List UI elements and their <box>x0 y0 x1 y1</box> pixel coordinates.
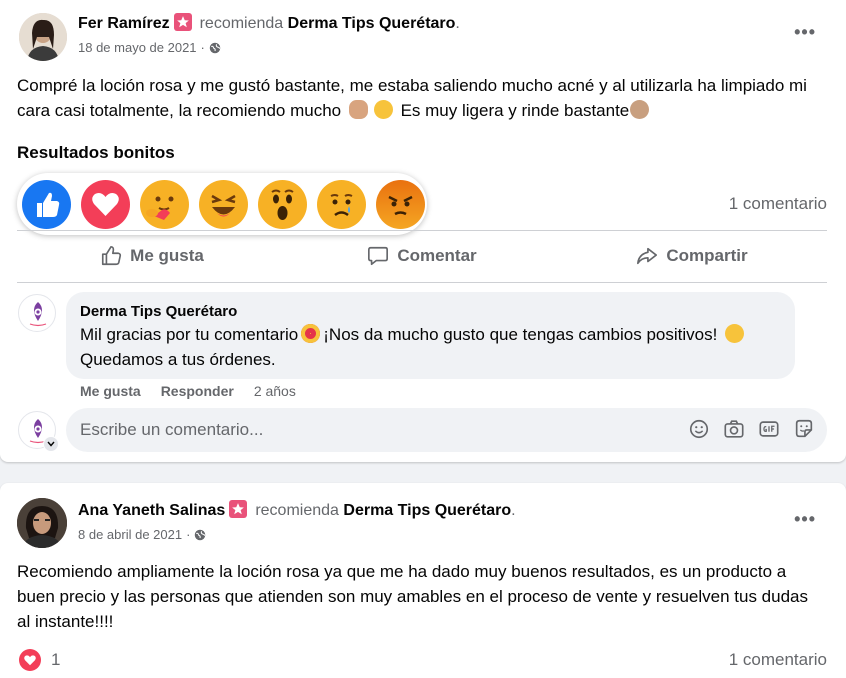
like-reaction-icon[interactable] <box>22 179 71 229</box>
reply-text-part1: Mil gracias por tu comentario <box>80 325 299 344</box>
heart-eyes-emoji-icon <box>301 324 321 343</box>
period: . <box>455 15 460 32</box>
comment-button[interactable]: Comentar <box>287 236 557 276</box>
camera-icon[interactable] <box>723 418 745 440</box>
sad-reaction-icon[interactable] <box>317 179 366 229</box>
author-name[interactable]: Fer Ramírez <box>78 15 170 32</box>
period: . <box>511 502 516 519</box>
comment-count-link[interactable]: 1 comentario <box>729 650 827 670</box>
reaction-count: 1 <box>51 650 61 669</box>
reply-time[interactable]: 2 años <box>254 383 296 399</box>
like-button[interactable]: Me gusta <box>17 236 287 276</box>
speech-bubble-icon <box>368 246 389 266</box>
smiling-face-emoji-icon <box>373 100 393 119</box>
divider <box>17 282 827 283</box>
reply-meta: Me gusta Responder 2 años <box>80 383 296 399</box>
reply-text: Mil gracias por tu comentario ¡Nos da muc… <box>80 322 781 372</box>
recommends-text: recomienda <box>199 15 284 32</box>
profile-switch-chevron-icon[interactable] <box>43 436 59 452</box>
post-card-2: Ana Yaneth Salinas recomienda Derma Tips … <box>0 483 846 678</box>
reply-like-link[interactable]: Me gusta <box>80 383 141 399</box>
divider <box>17 230 827 231</box>
post-actions: Me gusta Comentar Compartir <box>17 236 827 276</box>
see-no-evil-monkey-emoji-icon <box>630 100 650 119</box>
share-arrow-icon <box>637 247 658 265</box>
smiling-face-emoji-icon <box>725 324 745 343</box>
post-text: Recomiendo ampliamente la loción rosa ya… <box>17 562 808 631</box>
person-photo-icon <box>17 498 67 548</box>
write-comment-box <box>66 408 827 452</box>
comment-input[interactable] <box>80 420 660 440</box>
more-options-icon[interactable]: ••• <box>794 509 816 530</box>
comment-button-label: Comentar <box>397 246 477 265</box>
globe-icon <box>209 42 221 53</box>
page-name-link[interactable]: Derma Tips Querétaro <box>343 502 511 519</box>
author-avatar[interactable] <box>17 498 67 548</box>
post-header: Ana Yaneth Salinas recomienda Derma Tips … <box>78 500 516 520</box>
post-card-1: Fer Ramírez recomienda Derma Tips Queréta… <box>0 0 846 462</box>
emoji-picker-icon[interactable] <box>688 418 710 440</box>
reply-text-part2: ¡Nos da mucho gusto que tengas cambios p… <box>323 325 718 344</box>
post-date[interactable]: 8 de abril de 2021 <box>78 527 182 542</box>
author-name[interactable]: Ana Yaneth Salinas <box>78 502 225 519</box>
page-name-link[interactable]: Derma Tips Querétaro <box>288 15 456 32</box>
recommends-text: recomienda <box>255 502 339 519</box>
thumbs-up-icon <box>102 246 122 266</box>
ok-hand-emoji-icon <box>348 100 368 119</box>
recommendation-tag: Resultados bonitos <box>17 143 175 162</box>
wow-reaction-icon[interactable] <box>258 179 307 229</box>
person-photo-icon <box>19 13 67 61</box>
reply-comment: Derma Tips Querétaro Mil gracias por tu … <box>66 292 795 379</box>
post-text-part2: Es muy ligera y rinde bastante <box>400 101 630 120</box>
love-reaction-icon <box>19 649 41 671</box>
share-button[interactable]: Compartir <box>557 236 827 276</box>
share-button-label: Compartir <box>666 246 748 265</box>
comment-tools <box>688 418 815 440</box>
page-avatar[interactable] <box>18 294 56 332</box>
haha-reaction-icon[interactable] <box>199 179 248 229</box>
reactions-picker <box>17 173 427 235</box>
post-date[interactable]: 18 de mayo de 2021 <box>78 40 197 55</box>
care-reaction-icon[interactable] <box>140 179 189 229</box>
post-header: Fer Ramírez recomienda Derma Tips Queréta… <box>78 13 460 33</box>
reply-author[interactable]: Derma Tips Querétaro <box>80 303 781 320</box>
reply-text-part3: Quedamos a tus órdenes. <box>80 350 276 369</box>
reply-respond-link[interactable]: Responder <box>161 383 234 399</box>
recommend-star-icon <box>229 500 248 518</box>
post-meta: 18 de mayo de 2021 · <box>78 40 221 55</box>
reaction-summary[interactable]: 1 <box>19 649 60 671</box>
author-avatar[interactable] <box>19 13 67 61</box>
love-reaction-icon[interactable] <box>81 179 130 229</box>
like-button-label: Me gusta <box>130 246 204 265</box>
sticker-icon[interactable] <box>793 418 815 440</box>
derma-logo-icon <box>29 302 47 327</box>
angry-reaction-icon[interactable] <box>376 179 425 229</box>
more-options-icon[interactable]: ••• <box>794 22 816 43</box>
globe-icon <box>195 529 206 540</box>
recommend-star-icon <box>173 13 192 31</box>
post-meta: 8 de abril de 2021 · <box>78 527 206 542</box>
gif-icon[interactable] <box>758 418 780 440</box>
post-text: Compré la loción rosa y me gustó bastant… <box>17 73 817 123</box>
comment-count-link[interactable]: 1 comentario <box>729 194 827 214</box>
